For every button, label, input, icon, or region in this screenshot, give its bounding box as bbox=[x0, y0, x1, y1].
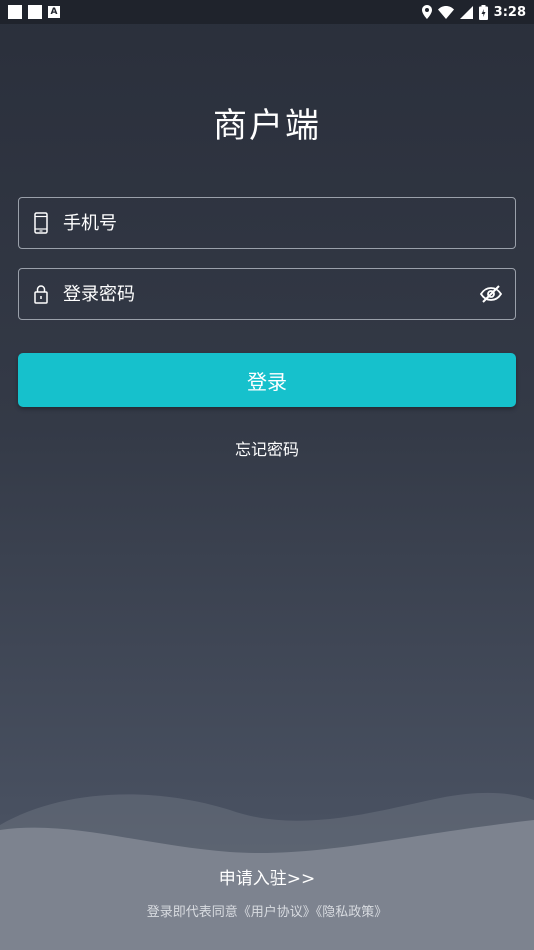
notification-square-icon bbox=[8, 5, 22, 19]
forgot-password-area: 忘记密码 bbox=[0, 436, 534, 460]
battery-icon bbox=[478, 4, 488, 20]
user-agreement-link[interactable]: 《用户协议》 bbox=[238, 905, 316, 920]
wifi-icon bbox=[437, 5, 454, 19]
password-field[interactable] bbox=[18, 268, 516, 320]
apply-link[interactable]: 申请入驻>> bbox=[219, 869, 316, 889]
lock-icon bbox=[19, 284, 63, 304]
location-icon bbox=[421, 5, 432, 19]
notification-a-icon: A bbox=[48, 6, 60, 18]
phone-field[interactable] bbox=[18, 197, 516, 249]
eye-off-icon[interactable] bbox=[467, 285, 515, 303]
password-input[interactable] bbox=[63, 269, 467, 319]
apply-area: 申请入驻>> bbox=[0, 864, 534, 889]
status-time: 3:28 bbox=[493, 4, 526, 20]
signal-icon bbox=[459, 5, 473, 19]
page-title: 商户端 bbox=[213, 106, 321, 146]
agreement-text: 登录即代表同意《用户协议》《隐私政策》 bbox=[0, 901, 534, 920]
notification-square-icon bbox=[28, 5, 42, 19]
phone-icon bbox=[19, 212, 63, 234]
status-bar: A 3:28 bbox=[0, 0, 534, 24]
forgot-password-link[interactable]: 忘记密码 bbox=[235, 440, 299, 459]
agreement-prefix: 登录即代表同意 bbox=[146, 905, 238, 920]
system-icons: 3:28 bbox=[421, 4, 526, 20]
notification-icons: A bbox=[8, 5, 60, 19]
login-button[interactable]: 登录 bbox=[18, 353, 516, 407]
phone-input[interactable] bbox=[63, 198, 515, 248]
privacy-policy-link[interactable]: 《隐私政策》 bbox=[316, 905, 388, 920]
